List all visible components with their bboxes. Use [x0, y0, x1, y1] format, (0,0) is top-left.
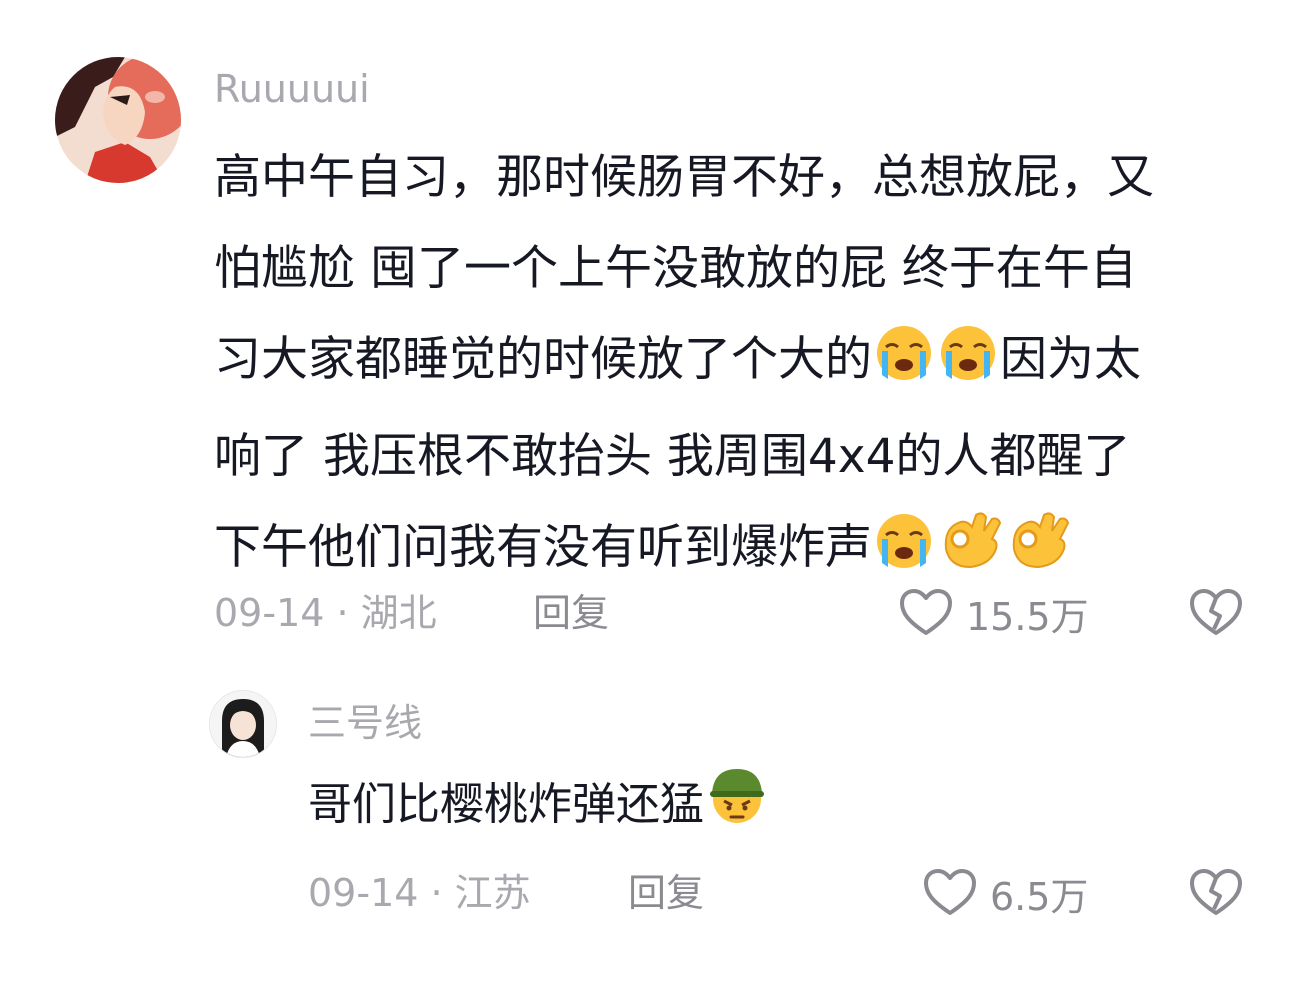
avatar[interactable] — [209, 690, 277, 758]
meta-separator: · — [418, 871, 455, 915]
loudly-crying-face-icon — [936, 320, 1000, 411]
broken-heart-icon — [1190, 869, 1242, 915]
comment-location: 湖北 — [360, 591, 437, 635]
comment-date: 09-14 — [214, 591, 325, 635]
comment-meta: 09-14 · 湖北 — [214, 590, 437, 636]
loudly-crying-face-icon — [872, 320, 936, 411]
avatar[interactable] — [55, 57, 181, 183]
comment-line: 习大家都睡觉的时候放了个大的 因为太 — [214, 314, 1154, 411]
comment-location: 江苏 — [454, 871, 531, 915]
comment-line: 哥们比樱桃炸弹还猛 — [308, 762, 770, 854]
comment-date: 09-14 — [308, 871, 419, 915]
dislike-button[interactable] — [1188, 585, 1244, 641]
comment-text: 哥们比樱桃炸弹还猛 — [308, 762, 770, 854]
comment-line-text: 下午他们问我有没有听到爆炸声 — [214, 520, 872, 575]
like-count: 6.5万 — [990, 874, 1089, 919]
comment-line-text: 哥们比樱桃炸弹还猛 — [308, 779, 704, 830]
comment-line: 高中午自习，那时候肠胃不好，总想放屁，又 — [214, 150, 1154, 205]
meta-separator: · — [324, 591, 361, 635]
comment-text: 高中午自习，那时候肠胃不好，总想放屁，又 怕尴尬 囤了一个上午没敢放的屁 终于在… — [214, 132, 1154, 599]
username[interactable]: 三号线 — [308, 700, 422, 746]
like-count: 15.5万 — [966, 594, 1089, 639]
like-button[interactable]: 15.5万 — [898, 583, 1089, 643]
comment-line-text: 因为太 — [1000, 332, 1141, 387]
comment-line: 响了 我压根不敢抬头 我周围4x4的人都醒了 — [214, 429, 1131, 484]
comment-line-text: 习大家都睡觉的时候放了个大的 — [214, 332, 872, 387]
dislike-button[interactable] — [1188, 865, 1244, 921]
comment-line: 怕尴尬 囤了一个上午没敢放的屁 终于在午自 — [214, 241, 1137, 296]
reply-button[interactable]: 回复 — [533, 590, 609, 636]
reply-button[interactable]: 回复 — [628, 870, 704, 916]
heart-outline-icon — [898, 587, 954, 639]
soldier-face-icon — [704, 763, 770, 854]
heart-outline-icon — [922, 867, 978, 919]
like-button[interactable]: 6.5万 — [922, 863, 1088, 923]
comment-meta: 09-14 · 江苏 — [308, 870, 531, 916]
broken-heart-icon — [1190, 589, 1242, 635]
username[interactable]: Ruuuuui — [214, 66, 370, 112]
